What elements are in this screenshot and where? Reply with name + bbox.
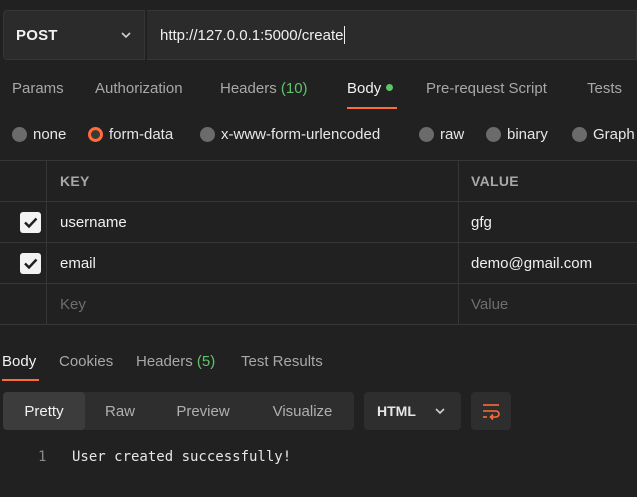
value-column-header: VALUE <box>471 173 519 189</box>
tab-label: Params <box>12 80 64 97</box>
table-row: username gfg <box>0 202 637 243</box>
tab-label: Cookies <box>59 353 114 370</box>
url-bar: POST http://127.0.0.1:5000/create <box>0 10 637 60</box>
value-placeholder: Value <box>471 295 509 313</box>
table-row: email demo@gmail.com <box>0 243 637 284</box>
header-check-cell <box>0 161 47 201</box>
view-preview-button[interactable]: Preview <box>155 392 251 430</box>
response-tab-cookies[interactable]: Cookies <box>59 353 113 370</box>
response-tabs: Body Cookies Headers (5) Test Results <box>0 344 637 380</box>
row-checkbox[interactable] <box>20 253 41 274</box>
tab-label: Test Results <box>241 353 323 370</box>
radio-label: form-data <box>109 126 174 143</box>
radio-label: x-www-form-urlencoded <box>221 126 381 143</box>
chevron-down-icon <box>435 408 445 415</box>
tab-label: Headers <box>220 80 277 97</box>
radio-none[interactable]: none <box>12 126 66 143</box>
check-icon <box>24 217 38 229</box>
key-text: email <box>60 254 96 272</box>
radio-x-www-form-urlencoded[interactable]: x-www-form-urlencoded <box>200 126 380 143</box>
headers-count: (10) <box>280 80 308 97</box>
check-cell <box>0 243 47 283</box>
table-row-empty: Key Value <box>0 284 637 325</box>
radio-circle <box>12 127 27 142</box>
radio-label: raw <box>440 126 465 143</box>
body-type-radios: none form-data x-www-form-urlencoded raw… <box>0 122 637 150</box>
tab-label: Pre-request Script <box>426 80 547 97</box>
radio-label: binary <box>507 126 548 143</box>
value-cell[interactable]: gfg <box>459 202 637 242</box>
response-headers-count: (5) <box>196 353 216 370</box>
wrap-lines-icon <box>483 404 500 420</box>
method-select[interactable]: POST <box>3 10 145 60</box>
radio-circle-selected <box>88 127 103 142</box>
radio-label: none <box>33 126 67 143</box>
response-tab-test-results[interactable]: Test Results <box>241 353 323 370</box>
view-raw-button[interactable]: Raw <box>85 392 155 430</box>
radio-binary[interactable]: binary <box>486 126 548 143</box>
response-body: 1 User created successfully! <box>0 447 637 467</box>
value-text: demo@gmail.com <box>471 254 593 272</box>
text-caret <box>344 26 346 44</box>
tab-label: Tests <box>587 80 623 97</box>
response-active-underline <box>2 379 39 381</box>
tab-label: Body <box>347 80 382 97</box>
format-select[interactable]: HTML <box>364 392 461 430</box>
check-cell <box>0 284 47 324</box>
radio-circle <box>572 127 587 142</box>
value-input[interactable]: Value <box>459 284 637 324</box>
radio-raw[interactable]: raw <box>419 126 464 143</box>
value-text: gfg <box>471 213 492 231</box>
request-tabs: Params Authorization Headers (10) Body P… <box>0 70 637 112</box>
radio-circle <box>200 127 215 142</box>
response-tab-body[interactable]: Body <box>2 353 36 370</box>
row-checkbox[interactable] <box>20 212 41 233</box>
tab-body[interactable]: Body <box>347 80 394 97</box>
active-tab-underline <box>347 107 397 109</box>
radio-circle <box>419 127 434 142</box>
key-text: username <box>60 213 127 231</box>
tab-label: Authorization <box>95 80 183 97</box>
radio-circle <box>486 127 501 142</box>
check-icon <box>24 258 38 270</box>
table-header-row: KEY VALUE <box>0 160 637 202</box>
wrap-lines-button[interactable] <box>471 392 511 430</box>
body-indicator-dot <box>386 83 394 91</box>
method-label: POST <box>16 26 58 44</box>
key-column-header: KEY <box>47 161 459 201</box>
tab-tests[interactable]: Tests <box>587 80 622 97</box>
check-cell <box>0 202 47 242</box>
tab-label: Headers <box>136 353 193 370</box>
view-mode-toggle: Pretty Raw Preview Visualize <box>3 392 354 430</box>
tab-label: Body <box>2 353 37 370</box>
line-number: 1 <box>38 449 47 465</box>
view-visualize-button[interactable]: Visualize <box>251 392 354 430</box>
url-input[interactable]: http://127.0.0.1:5000/create <box>147 10 637 60</box>
tab-authorization[interactable]: Authorization <box>95 80 183 97</box>
value-cell[interactable]: demo@gmail.com <box>459 243 637 283</box>
format-label: HTML <box>377 403 416 419</box>
key-placeholder: Key <box>60 295 86 313</box>
form-data-table: KEY VALUE username gfg email demo@gmail.… <box>0 160 637 325</box>
response-text: User created successfully! <box>72 449 292 465</box>
view-pretty-button[interactable]: Pretty <box>3 392 85 430</box>
url-text: http://127.0.0.1:5000/create <box>160 26 344 44</box>
key-cell[interactable]: email <box>47 243 459 283</box>
tab-pre-request-script[interactable]: Pre-request Script <box>426 80 547 97</box>
tab-params[interactable]: Params <box>12 80 64 97</box>
chevron-down-icon <box>121 32 131 39</box>
radio-graphql[interactable]: Graph <box>572 126 635 143</box>
key-cell[interactable]: username <box>47 202 459 242</box>
tab-headers[interactable]: Headers (10) <box>220 80 308 97</box>
response-tab-headers[interactable]: Headers (5) <box>136 353 215 370</box>
key-input[interactable]: Key <box>47 284 459 324</box>
radio-form-data[interactable]: form-data <box>88 126 173 143</box>
radio-label: Graph <box>593 126 635 143</box>
